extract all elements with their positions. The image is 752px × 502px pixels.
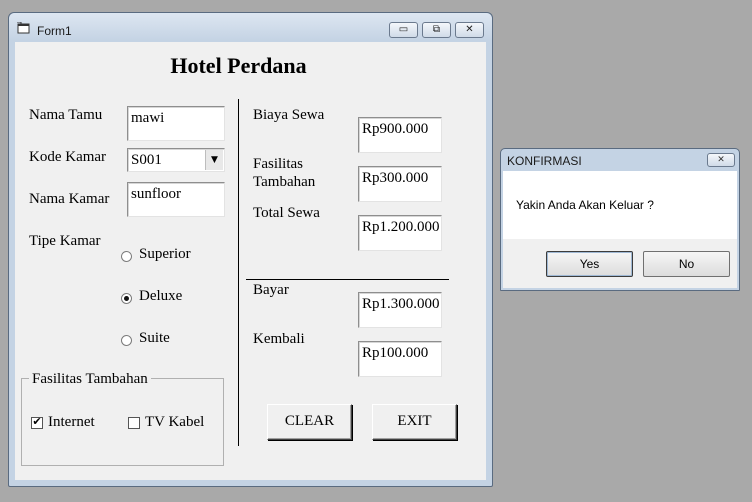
total-sewa-label: Total Sewa [253,205,320,221]
radio-suite-label: Suite [139,330,170,346]
total-sewa-input[interactable]: Rp1.200.000 [358,215,442,251]
kode-kamar-label: Kode Kamar [29,149,107,165]
dialog-titlebar[interactable]: KONFIRMASI ✕ [501,149,739,171]
no-button[interactable]: No [643,251,730,277]
bayar-label: Bayar [253,282,289,298]
checkbox-icon [128,417,140,429]
biaya-sewa-input[interactable]: Rp900.000 [358,117,442,153]
app-window-icon [17,22,30,34]
yes-button[interactable]: Yes [546,251,633,277]
dialog-client-area: Yakin Anda Akan Keluar ? Yes No [503,171,737,288]
kode-kamar-value: S001 [131,152,162,168]
fasilitas-tambahan-label-line1: Fasilitas [253,156,304,172]
check-icon: ✔ [32,415,42,428]
window-title: Form1 [37,24,72,38]
fasilitas-tambahan-input[interactable]: Rp300.000 [358,166,442,202]
exit-button[interactable]: EXIT [372,404,457,440]
checkbox-tv-kabel-label: TV Kabel [145,414,205,430]
close-icon: ✕ [465,24,474,35]
dialog-title: KONFIRMASI [507,154,582,168]
clear-button[interactable]: CLEAR [267,404,352,440]
tipe-kamar-label: Tipe Kamar [29,233,101,249]
dialog-message-area: Yakin Anda Akan Keluar ? [503,171,737,239]
fasilitas-group-label: Fasilitas Tambahan [29,371,151,388]
nama-tamu-label: Nama Tamu [29,107,103,123]
checkbox-checked-icon: ✔ [31,415,43,429]
minimize-button[interactable]: ▭ [389,22,418,38]
vertical-divider [238,99,239,446]
confirm-dialog: KONFIRMASI ✕ Yakin Anda Akan Keluar ? Ye… [500,148,740,291]
nama-tamu-input[interactable]: mawi [127,106,225,141]
radio-button-icon [121,335,132,346]
nama-kamar-input[interactable]: sunfloor [127,182,225,217]
kode-kamar-combobox[interactable]: S001 ▼ [127,148,225,172]
radio-button-selected-icon [121,293,132,304]
nama-kamar-label: Nama Kamar [29,191,110,207]
kembali-input[interactable]: Rp100.000 [358,341,442,377]
close-button[interactable]: ✕ [455,22,484,38]
maximize-icon: ⧉ [432,24,441,35]
minimize-icon: ▭ [398,24,409,35]
checkbox-internet-label: Internet [48,414,95,430]
close-icon: ✕ [717,155,725,165]
dialog-message: Yakin Anda Akan Keluar ? [516,198,654,212]
maximize-button[interactable]: ⧉ [422,22,451,38]
radio-superior-label: Superior [139,246,191,262]
page-title: Hotel Perdana [170,53,307,78]
radio-deluxe-label: Deluxe [139,288,183,304]
radio-button-icon [121,251,132,262]
biaya-sewa-label: Biaya Sewa [253,107,325,123]
chevron-down-icon[interactable]: ▼ [205,150,223,170]
bayar-input[interactable]: Rp1.300.000 [358,292,442,328]
form-window: Form1 ▭ ⧉ ✕ Hotel Perdana Nama Tamu mawi… [8,12,493,487]
kembali-label: Kembali [253,331,305,347]
horizontal-divider [246,279,449,280]
form-titlebar[interactable]: Form1 ▭ ⧉ ✕ [9,13,492,41]
dialog-close-button[interactable]: ✕ [707,153,735,167]
form-client-area: Hotel Perdana Nama Tamu mawi Kode Kamar … [15,42,486,480]
fasilitas-tambahan-label-line2: Tambahan [253,174,316,190]
